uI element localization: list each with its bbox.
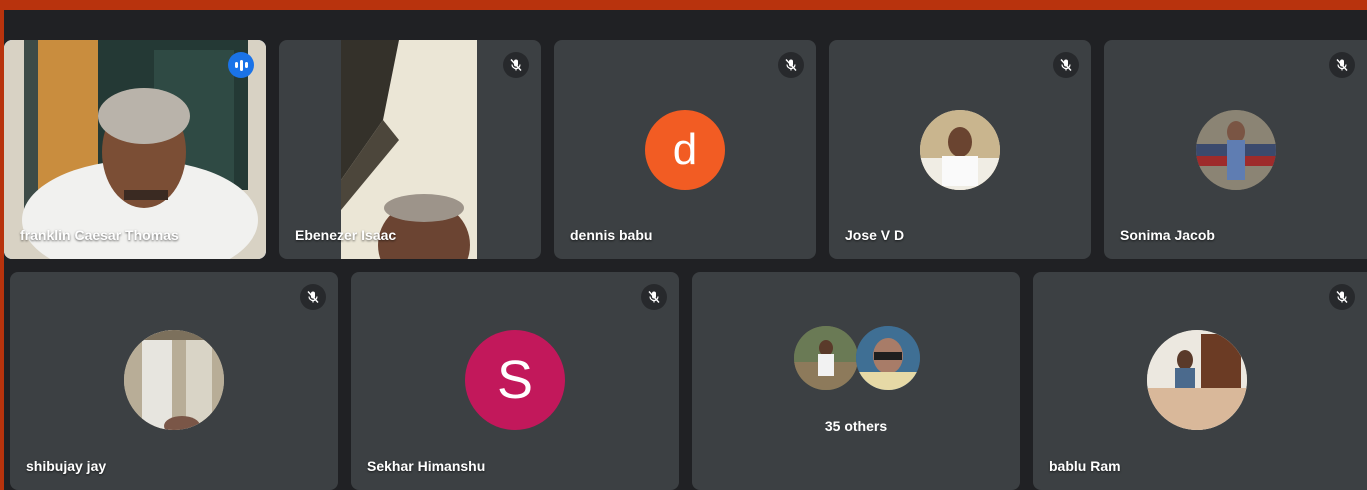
participant-name: franklin Caesar Thomas <box>20 227 179 243</box>
participant-tile-sekhar[interactable]: S Sekhar Himanshu <box>351 272 679 490</box>
avatar <box>920 110 1000 190</box>
mic-off-icon <box>778 52 804 78</box>
mic-off-icon <box>300 284 326 310</box>
participant-tile-shibujay[interactable]: shibujay jay <box>10 272 338 490</box>
participant-name: shibujay jay <box>26 458 107 474</box>
participant-name: Jose V D <box>845 227 905 243</box>
avatar <box>856 326 920 390</box>
participant-name: Sonima Jacob <box>1120 227 1215 243</box>
participant-tile-bablu[interactable]: bablu Ram <box>1033 272 1367 490</box>
participant-name: dennis babu <box>570 227 653 243</box>
mic-off-icon <box>1329 52 1355 78</box>
meeting-grid: franklin Caesar Thomas Ebenezer Isaac d … <box>4 10 1367 490</box>
others-count: 35 others <box>824 418 888 434</box>
participant-tile-franklin[interactable]: franklin Caesar Thomas <box>4 40 266 259</box>
avatar-initial: d <box>672 125 698 174</box>
avatar <box>124 330 224 430</box>
mic-off-icon <box>503 52 529 78</box>
avatar-initial: S <box>496 350 534 410</box>
avatar <box>1147 330 1247 430</box>
mic-off-icon <box>641 284 667 310</box>
participant-name: bablu Ram <box>1049 458 1121 474</box>
participant-name: Sekhar Himanshu <box>367 458 486 474</box>
avatar: S <box>465 330 565 430</box>
participant-tile-dennis[interactable]: d dennis babu <box>554 40 816 259</box>
avatar <box>794 326 858 390</box>
audio-level-icon <box>228 52 254 78</box>
avatar: d <box>645 110 725 190</box>
participant-tile-jose[interactable]: Jose V D <box>829 40 1091 259</box>
mic-off-icon <box>1329 284 1355 310</box>
participant-tile-ebenezer[interactable]: Ebenezer Isaac <box>279 40 541 259</box>
avatar <box>1196 110 1276 190</box>
participant-name: Ebenezer Isaac <box>295 227 397 243</box>
participant-tile-sonima[interactable]: Sonima Jacob <box>1104 40 1367 259</box>
others-tile[interactable]: 35 others <box>692 272 1020 490</box>
mic-off-icon <box>1053 52 1079 78</box>
